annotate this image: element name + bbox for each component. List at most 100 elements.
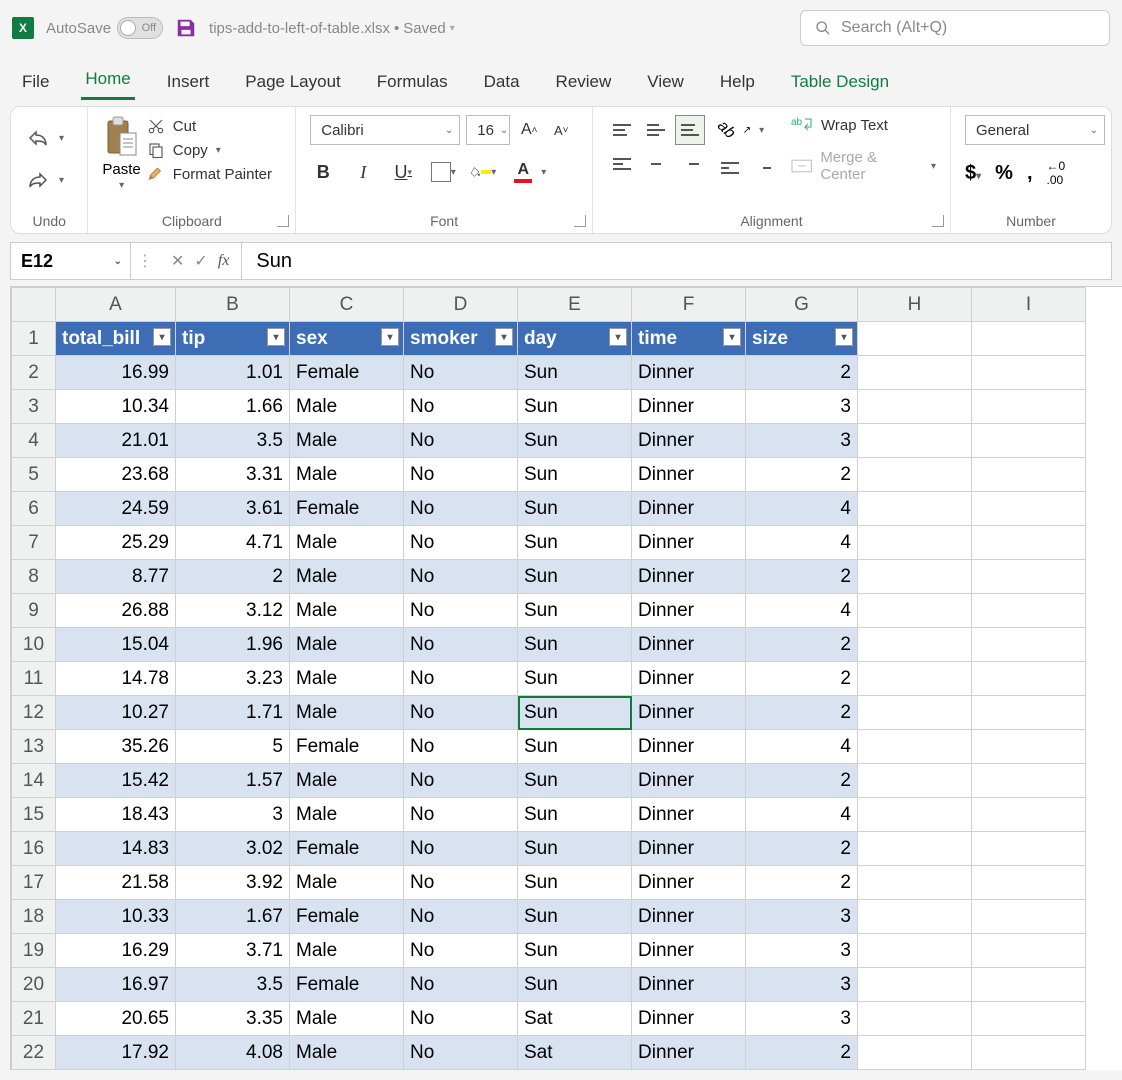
cell-D17[interactable]: No	[404, 866, 518, 900]
col-header-H[interactable]: H	[858, 288, 972, 322]
cell-B20[interactable]: 3.5	[176, 968, 290, 1002]
cell-A16[interactable]: 14.83	[56, 832, 176, 866]
cell-C2[interactable]: Female	[290, 356, 404, 390]
table-header-size[interactable]: size▾	[746, 322, 858, 356]
cell-G11[interactable]: 2	[746, 662, 858, 696]
tab-table-design[interactable]: Table Design	[787, 72, 893, 100]
cell-F11[interactable]: Dinner	[632, 662, 746, 696]
row-header[interactable]: 20	[12, 968, 56, 1002]
col-header-F[interactable]: F	[632, 288, 746, 322]
cell-F22[interactable]: Dinner	[632, 1036, 746, 1070]
cell-B13[interactable]: 5	[176, 730, 290, 764]
font-size-combo[interactable]: 16⌄	[466, 115, 510, 145]
cell-E5[interactable]: Sun	[518, 458, 632, 492]
cell-B16[interactable]: 3.02	[176, 832, 290, 866]
cell-F5[interactable]: Dinner	[632, 458, 746, 492]
cell[interactable]	[972, 866, 1086, 900]
cell-F7[interactable]: Dinner	[632, 526, 746, 560]
cell-C11[interactable]: Male	[290, 662, 404, 696]
cell-E12[interactable]: Sun	[518, 696, 632, 730]
cell-F18[interactable]: Dinner	[632, 900, 746, 934]
cell-F17[interactable]: Dinner	[632, 866, 746, 900]
filter-dropdown-icon[interactable]: ▾	[609, 328, 627, 346]
cell-E6[interactable]: Sun	[518, 492, 632, 526]
filter-dropdown-icon[interactable]: ▾	[723, 328, 741, 346]
cell[interactable]	[858, 492, 972, 526]
filter-dropdown-icon[interactable]: ▾	[381, 328, 399, 346]
cell-D11[interactable]: No	[404, 662, 518, 696]
cell-E21[interactable]: Sat	[518, 1002, 632, 1036]
cell-B11[interactable]: 3.23	[176, 662, 290, 696]
table-header-smoker[interactable]: smoker▾	[404, 322, 518, 356]
tab-home[interactable]: Home	[81, 69, 134, 100]
filter-dropdown-icon[interactable]: ▾	[495, 328, 513, 346]
cell-C15[interactable]: Male	[290, 798, 404, 832]
row-header[interactable]: 22	[12, 1036, 56, 1070]
tab-help[interactable]: Help	[716, 72, 759, 100]
cell-E16[interactable]: Sun	[518, 832, 632, 866]
merge-center-button[interactable]: Merge & Center ▾	[791, 149, 936, 183]
cell-G21[interactable]: 3	[746, 1002, 858, 1036]
tab-page-layout[interactable]: Page Layout	[241, 72, 344, 100]
cell-E8[interactable]: Sun	[518, 560, 632, 594]
format-painter-button[interactable]: Format Painter	[147, 165, 272, 183]
cell-F8[interactable]: Dinner	[632, 560, 746, 594]
dialog-launcher-icon[interactable]	[277, 215, 289, 227]
cell-E19[interactable]: Sun	[518, 934, 632, 968]
increase-font-button[interactable]: A˄	[516, 117, 542, 143]
cell-B22[interactable]: 4.08	[176, 1036, 290, 1070]
cell-D14[interactable]: No	[404, 764, 518, 798]
dialog-launcher-icon[interactable]	[574, 215, 586, 227]
tab-file[interactable]: File	[18, 72, 53, 100]
cell[interactable]	[972, 322, 1086, 356]
cell-F6[interactable]: Dinner	[632, 492, 746, 526]
cell-F20[interactable]: Dinner	[632, 968, 746, 1002]
save-icon[interactable]	[175, 17, 197, 39]
formula-input[interactable]: Sun	[242, 250, 306, 273]
cell[interactable]	[972, 764, 1086, 798]
cell[interactable]	[972, 560, 1086, 594]
cell-G6[interactable]: 4	[746, 492, 858, 526]
row-header[interactable]: 21	[12, 1002, 56, 1036]
cell[interactable]	[858, 390, 972, 424]
cell-B18[interactable]: 1.67	[176, 900, 290, 934]
decrease-indent-button[interactable]	[717, 155, 743, 181]
cell-A3[interactable]: 10.34	[56, 390, 176, 424]
number-format-combo[interactable]: General⌄	[965, 115, 1105, 145]
cell-G4[interactable]: 3	[746, 424, 858, 458]
filter-dropdown-icon[interactable]: ▾	[835, 328, 853, 346]
cell-D7[interactable]: No	[404, 526, 518, 560]
row-header[interactable]: 15	[12, 798, 56, 832]
cell[interactable]	[972, 492, 1086, 526]
cell-B21[interactable]: 3.35	[176, 1002, 290, 1036]
cell[interactable]	[858, 1002, 972, 1036]
cell-F12[interactable]: Dinner	[632, 696, 746, 730]
cell-D9[interactable]: No	[404, 594, 518, 628]
align-left-button[interactable]	[607, 149, 637, 179]
cell-E9[interactable]: Sun	[518, 594, 632, 628]
cell-C18[interactable]: Female	[290, 900, 404, 934]
cell-B19[interactable]: 3.71	[176, 934, 290, 968]
table-header-tip[interactable]: tip▾	[176, 322, 290, 356]
cell-C17[interactable]: Male	[290, 866, 404, 900]
cell-A17[interactable]: 21.58	[56, 866, 176, 900]
col-header-C[interactable]: C	[290, 288, 404, 322]
cell-D18[interactable]: No	[404, 900, 518, 934]
row-header[interactable]: 16	[12, 832, 56, 866]
cell-D4[interactable]: No	[404, 424, 518, 458]
row-header[interactable]: 17	[12, 866, 56, 900]
cell[interactable]	[972, 458, 1086, 492]
cell-D16[interactable]: No	[404, 832, 518, 866]
cell-A8[interactable]: 8.77	[56, 560, 176, 594]
cell-B8[interactable]: 2	[176, 560, 290, 594]
cell-D12[interactable]: No	[404, 696, 518, 730]
cell-F4[interactable]: Dinner	[632, 424, 746, 458]
cell[interactable]	[972, 662, 1086, 696]
cell-C12[interactable]: Male	[290, 696, 404, 730]
enter-icon[interactable]: ✓	[194, 251, 207, 271]
cell-F9[interactable]: Dinner	[632, 594, 746, 628]
cell-F16[interactable]: Dinner	[632, 832, 746, 866]
cell[interactable]	[858, 594, 972, 628]
cell-C8[interactable]: Male	[290, 560, 404, 594]
cell[interactable]	[972, 832, 1086, 866]
